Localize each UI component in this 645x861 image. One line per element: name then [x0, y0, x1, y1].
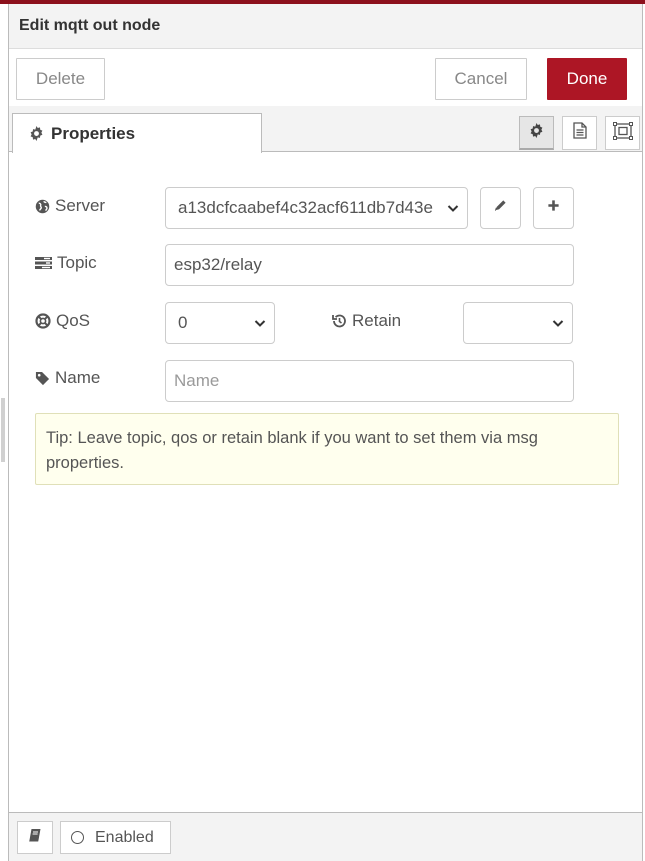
gear-icon — [29, 126, 44, 141]
name-input[interactable]: Name — [165, 360, 574, 402]
add-server-button[interactable] — [533, 187, 574, 229]
done-button[interactable]: Done — [547, 58, 627, 100]
qos-label: QoS — [35, 311, 90, 331]
tab-properties[interactable]: Properties — [12, 113, 262, 153]
tab-appearance-button[interactable] — [605, 116, 640, 150]
tab-settings-button[interactable] — [519, 116, 554, 150]
topic-label: Topic — [35, 253, 97, 273]
enabled-toggle[interactable]: Enabled — [60, 821, 171, 854]
history-icon — [331, 313, 347, 329]
topic-label-text: Topic — [57, 253, 97, 272]
server-select-value: a13dcfcaabef4c32acf611db7d43e — [178, 198, 433, 217]
edit-server-button[interactable] — [480, 187, 521, 229]
cancel-button[interactable]: Cancel — [435, 58, 527, 100]
book-icon — [28, 828, 42, 847]
server-label: Server — [35, 196, 105, 216]
globe-icon — [35, 199, 50, 214]
retain-label: Retain — [331, 311, 401, 331]
qos-label-text: QoS — [56, 311, 91, 330]
chevron-down-icon — [552, 317, 564, 329]
server-label-text: Server — [55, 196, 106, 215]
tray-header: Edit mqtt out node — [9, 4, 642, 49]
qos-select[interactable]: 0 — [165, 302, 275, 344]
edit-tray: Edit mqtt out node Delete Cancel Done Pr… — [8, 4, 643, 861]
retain-label-text: Retain — [352, 311, 402, 330]
name-label-text: Name — [55, 368, 101, 387]
chevron-down-icon — [254, 317, 266, 329]
page-title: Edit mqtt out node — [19, 17, 161, 34]
pencil-icon — [494, 199, 507, 217]
tab-properties-label: Properties — [51, 123, 136, 143]
document-icon — [572, 122, 587, 144]
server-select[interactable]: a13dcfcaabef4c32acf611db7d43e — [165, 187, 468, 229]
qos-select-value: 0 — [178, 313, 188, 332]
retain-select[interactable] — [463, 302, 573, 344]
tasks-icon — [35, 256, 52, 270]
tab-description-button[interactable] — [562, 116, 597, 150]
circle-icon — [71, 831, 84, 844]
chevron-down-icon — [447, 202, 459, 214]
tabs-bar: Properties — [9, 106, 642, 153]
delete-button[interactable]: Delete — [16, 58, 105, 100]
help-button[interactable] — [17, 821, 53, 854]
frame-icon — [612, 121, 633, 145]
enabled-label: Enabled — [95, 828, 154, 846]
plus-icon — [547, 199, 560, 217]
name-label: Name — [35, 368, 100, 388]
gear-icon — [529, 122, 544, 143]
tray-footer: Enabled — [9, 812, 642, 861]
resize-handle[interactable] — [1, 398, 5, 462]
tag-icon — [35, 371, 50, 386]
life-ring-icon — [35, 313, 51, 329]
topic-input[interactable]: esp32/relay — [165, 244, 574, 286]
tip-box: Tip: Leave topic, qos or retain blank if… — [35, 413, 619, 485]
